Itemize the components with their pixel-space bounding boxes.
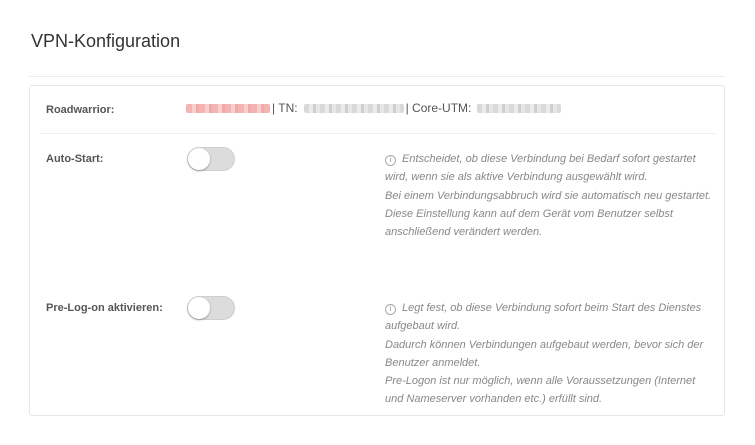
prelogon-toggle[interactable] (187, 296, 235, 320)
title-divider (29, 76, 725, 77)
info-circle-icon: i (385, 155, 396, 166)
row-divider (40, 133, 716, 134)
info-circle-icon: i (385, 304, 396, 315)
prelogon-help-line-2: Dadurch können Verbindungen aufgebaut we… (385, 338, 704, 369)
prelogon-help-line-3: Pre-Logon ist nur möglich, wenn alle Vor… (385, 375, 696, 406)
prelogon-label: Pre-Log-on aktivieren: (46, 302, 163, 314)
toggle-knob (188, 148, 210, 170)
autostart-help-line-2: Bei einem Verbindungsabbruch wird sie au… (385, 189, 712, 202)
autostart-help-line-1: Entscheidet, ob diese Verbindung bei Bed… (385, 153, 696, 184)
toggle-knob (188, 297, 210, 319)
autostart-help: i Entscheidet, ob diese Verbindung bei Be… (385, 150, 715, 241)
vpn-config-page: VPN-Konfiguration Roadwarrior: | TN: | C… (0, 0, 755, 445)
roadwarrior-label: Roadwarrior: (46, 104, 115, 116)
autostart-label: Auto-Start: (46, 153, 104, 165)
autostart-help-line-3: Diese Einstellung kann auf dem Gerät vom… (385, 207, 673, 239)
tn-label: | TN: (272, 101, 298, 115)
redacted-username (186, 103, 270, 113)
prelogon-help: i Legt fest, ob diese Verbindung sofort b… (385, 299, 715, 409)
core-utm-label: | Core-UTM: (405, 101, 472, 115)
prelogon-help-line-1: Legt fest, ob diese Verbindung sofort be… (385, 302, 702, 333)
page-title: VPN-Konfiguration (31, 31, 181, 51)
redacted-tn-value (303, 103, 404, 113)
redacted-core-utm-value (477, 103, 562, 113)
connection-info: | TN: | Core-UTM: (186, 100, 562, 116)
autostart-toggle[interactable] (187, 147, 235, 171)
